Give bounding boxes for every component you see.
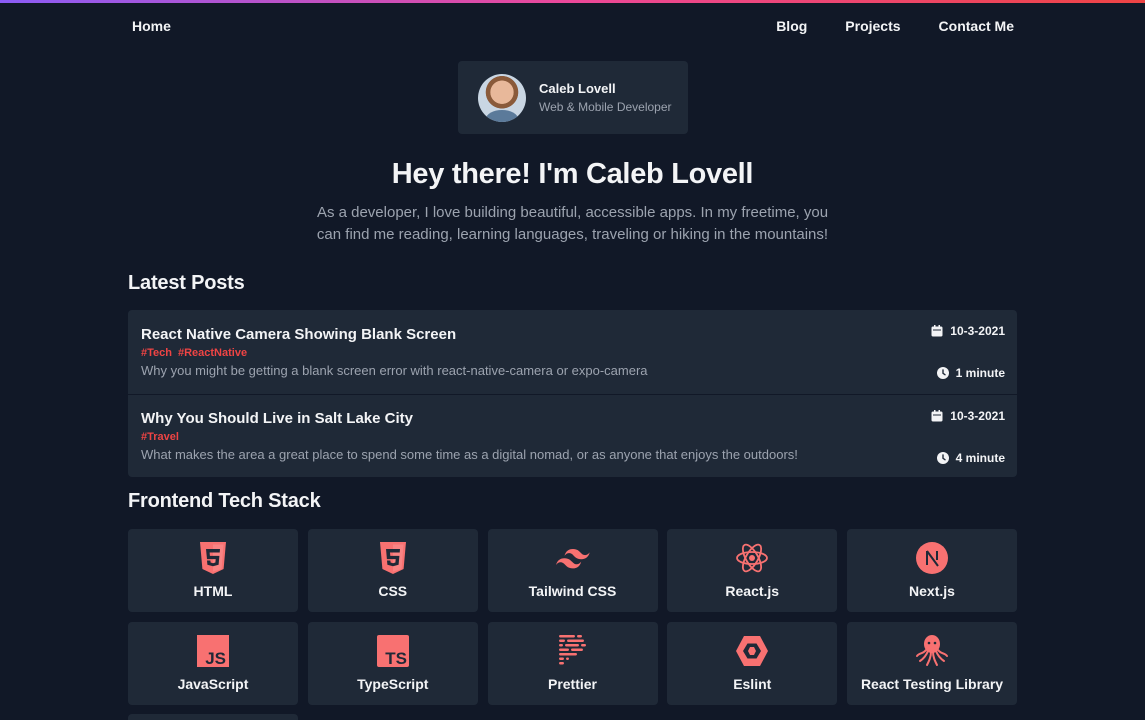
tech-tile-react-testing-library[interactable]: React Testing Library [847, 622, 1017, 705]
tech-label: React Testing Library [860, 676, 1004, 692]
tech-label: JavaScript [177, 676, 249, 692]
post-title[interactable]: Why You Should Live in Salt Lake City [141, 410, 1004, 427]
profile-card: Caleb Lovell Web & Mobile Developer [458, 61, 688, 134]
typescript-icon: TS [376, 634, 410, 668]
tech-tile-typescript[interactable]: TS TypeScript [307, 622, 478, 705]
tech-label: Prettier [547, 676, 598, 692]
clock-icon [936, 367, 949, 379]
tech-tile-eslint[interactable]: Eslint [667, 622, 838, 705]
tech-label: TypeScript [357, 676, 429, 692]
clock-icon [936, 452, 949, 464]
calendar-icon [931, 410, 943, 422]
tech-label: Eslint [733, 676, 772, 692]
tech-label: Next.js [909, 583, 955, 599]
post-item[interactable]: React Native Camera Showing Blank Screen… [128, 310, 1017, 394]
post-date-text: 10-3-2021 [950, 409, 1005, 423]
tech-tile-html[interactable]: HTML [128, 529, 298, 612]
tailwind-icon [555, 541, 590, 575]
post-read-time: 1 minute [936, 366, 1005, 380]
post-description: Why you might be getting a blank screen … [141, 363, 648, 378]
tech-grid: HTML CSS Tailwind CSS React.js Next.js J… [128, 529, 1017, 705]
top-nav: Home Blog Projects Contact Me [128, 16, 1017, 36]
tech-label: HTML [193, 583, 233, 599]
top-gradient-bar [0, 0, 1145, 3]
tech-tile-react[interactable]: React.js [667, 529, 838, 612]
octopus-icon [915, 634, 949, 668]
nextjs-icon [915, 541, 949, 575]
post-title[interactable]: React Native Camera Showing Blank Screen [141, 326, 1004, 343]
nav-right-links: Blog Projects Contact Me [776, 18, 1014, 34]
tech-tile-javascript[interactable]: JS JavaScript [128, 622, 298, 705]
post-read-time-text: 1 minute [955, 366, 1005, 380]
html5-icon [196, 541, 230, 575]
post-read-time: 4 minute [936, 451, 1005, 465]
tech-label: CSS [378, 583, 408, 599]
tech-tile-prettier[interactable]: Prettier [487, 622, 658, 705]
tech-label: Tailwind CSS [528, 583, 617, 599]
profile-role: Web & Mobile Developer [539, 100, 672, 114]
tech-label: React.js [725, 583, 780, 599]
svg-text:TS: TS [385, 649, 407, 667]
calendar-icon [931, 325, 943, 337]
tech-tile-css[interactable]: CSS [307, 529, 478, 612]
post-date: 10-3-2021 [931, 409, 1005, 423]
nav-home-link[interactable]: Home [132, 18, 171, 34]
post-tags: #Tech #ReactNative [141, 347, 1004, 359]
avatar [478, 73, 526, 122]
tech-tile-tailwind[interactable]: Tailwind CSS [487, 529, 658, 612]
nav-blog-link[interactable]: Blog [776, 18, 807, 34]
post-tag[interactable]: #ReactNative [178, 347, 247, 359]
tech-stack-title: Frontend Tech Stack [128, 490, 321, 512]
post-date: 10-3-2021 [931, 324, 1005, 338]
latest-posts-title: Latest Posts [128, 272, 245, 294]
profile-name: Caleb Lovell [539, 81, 616, 96]
css3-icon [376, 541, 410, 575]
profile-text: Caleb Lovell Web & Mobile Developer [539, 81, 672, 114]
nav-projects-link[interactable]: Projects [845, 18, 900, 34]
hero-text: As a developer, I love building beautifu… [316, 204, 829, 243]
prettier-icon [556, 634, 590, 668]
post-description: What makes the area a great place to spe… [141, 447, 798, 462]
post-tag[interactable]: #Tech [141, 347, 172, 359]
post-tag[interactable]: #Travel [141, 431, 179, 443]
tech-tile-partial[interactable] [128, 714, 298, 720]
post-item[interactable]: Why You Should Live in Salt Lake City #T… [128, 394, 1017, 477]
nav-contact-link[interactable]: Contact Me [939, 18, 1014, 34]
javascript-icon: JS [196, 634, 230, 668]
eslint-icon [735, 634, 769, 668]
posts-list: React Native Camera Showing Blank Screen… [128, 310, 1017, 477]
tech-tile-nextjs[interactable]: Next.js [847, 529, 1017, 612]
post-read-time-text: 4 minute [955, 451, 1005, 465]
hero-title: Hey there! I'm Caleb Lovell [391, 158, 754, 190]
svg-text:JS: JS [205, 649, 226, 667]
post-tags: #Travel [141, 431, 1004, 443]
react-icon [735, 541, 769, 575]
post-date-text: 10-3-2021 [950, 324, 1005, 338]
